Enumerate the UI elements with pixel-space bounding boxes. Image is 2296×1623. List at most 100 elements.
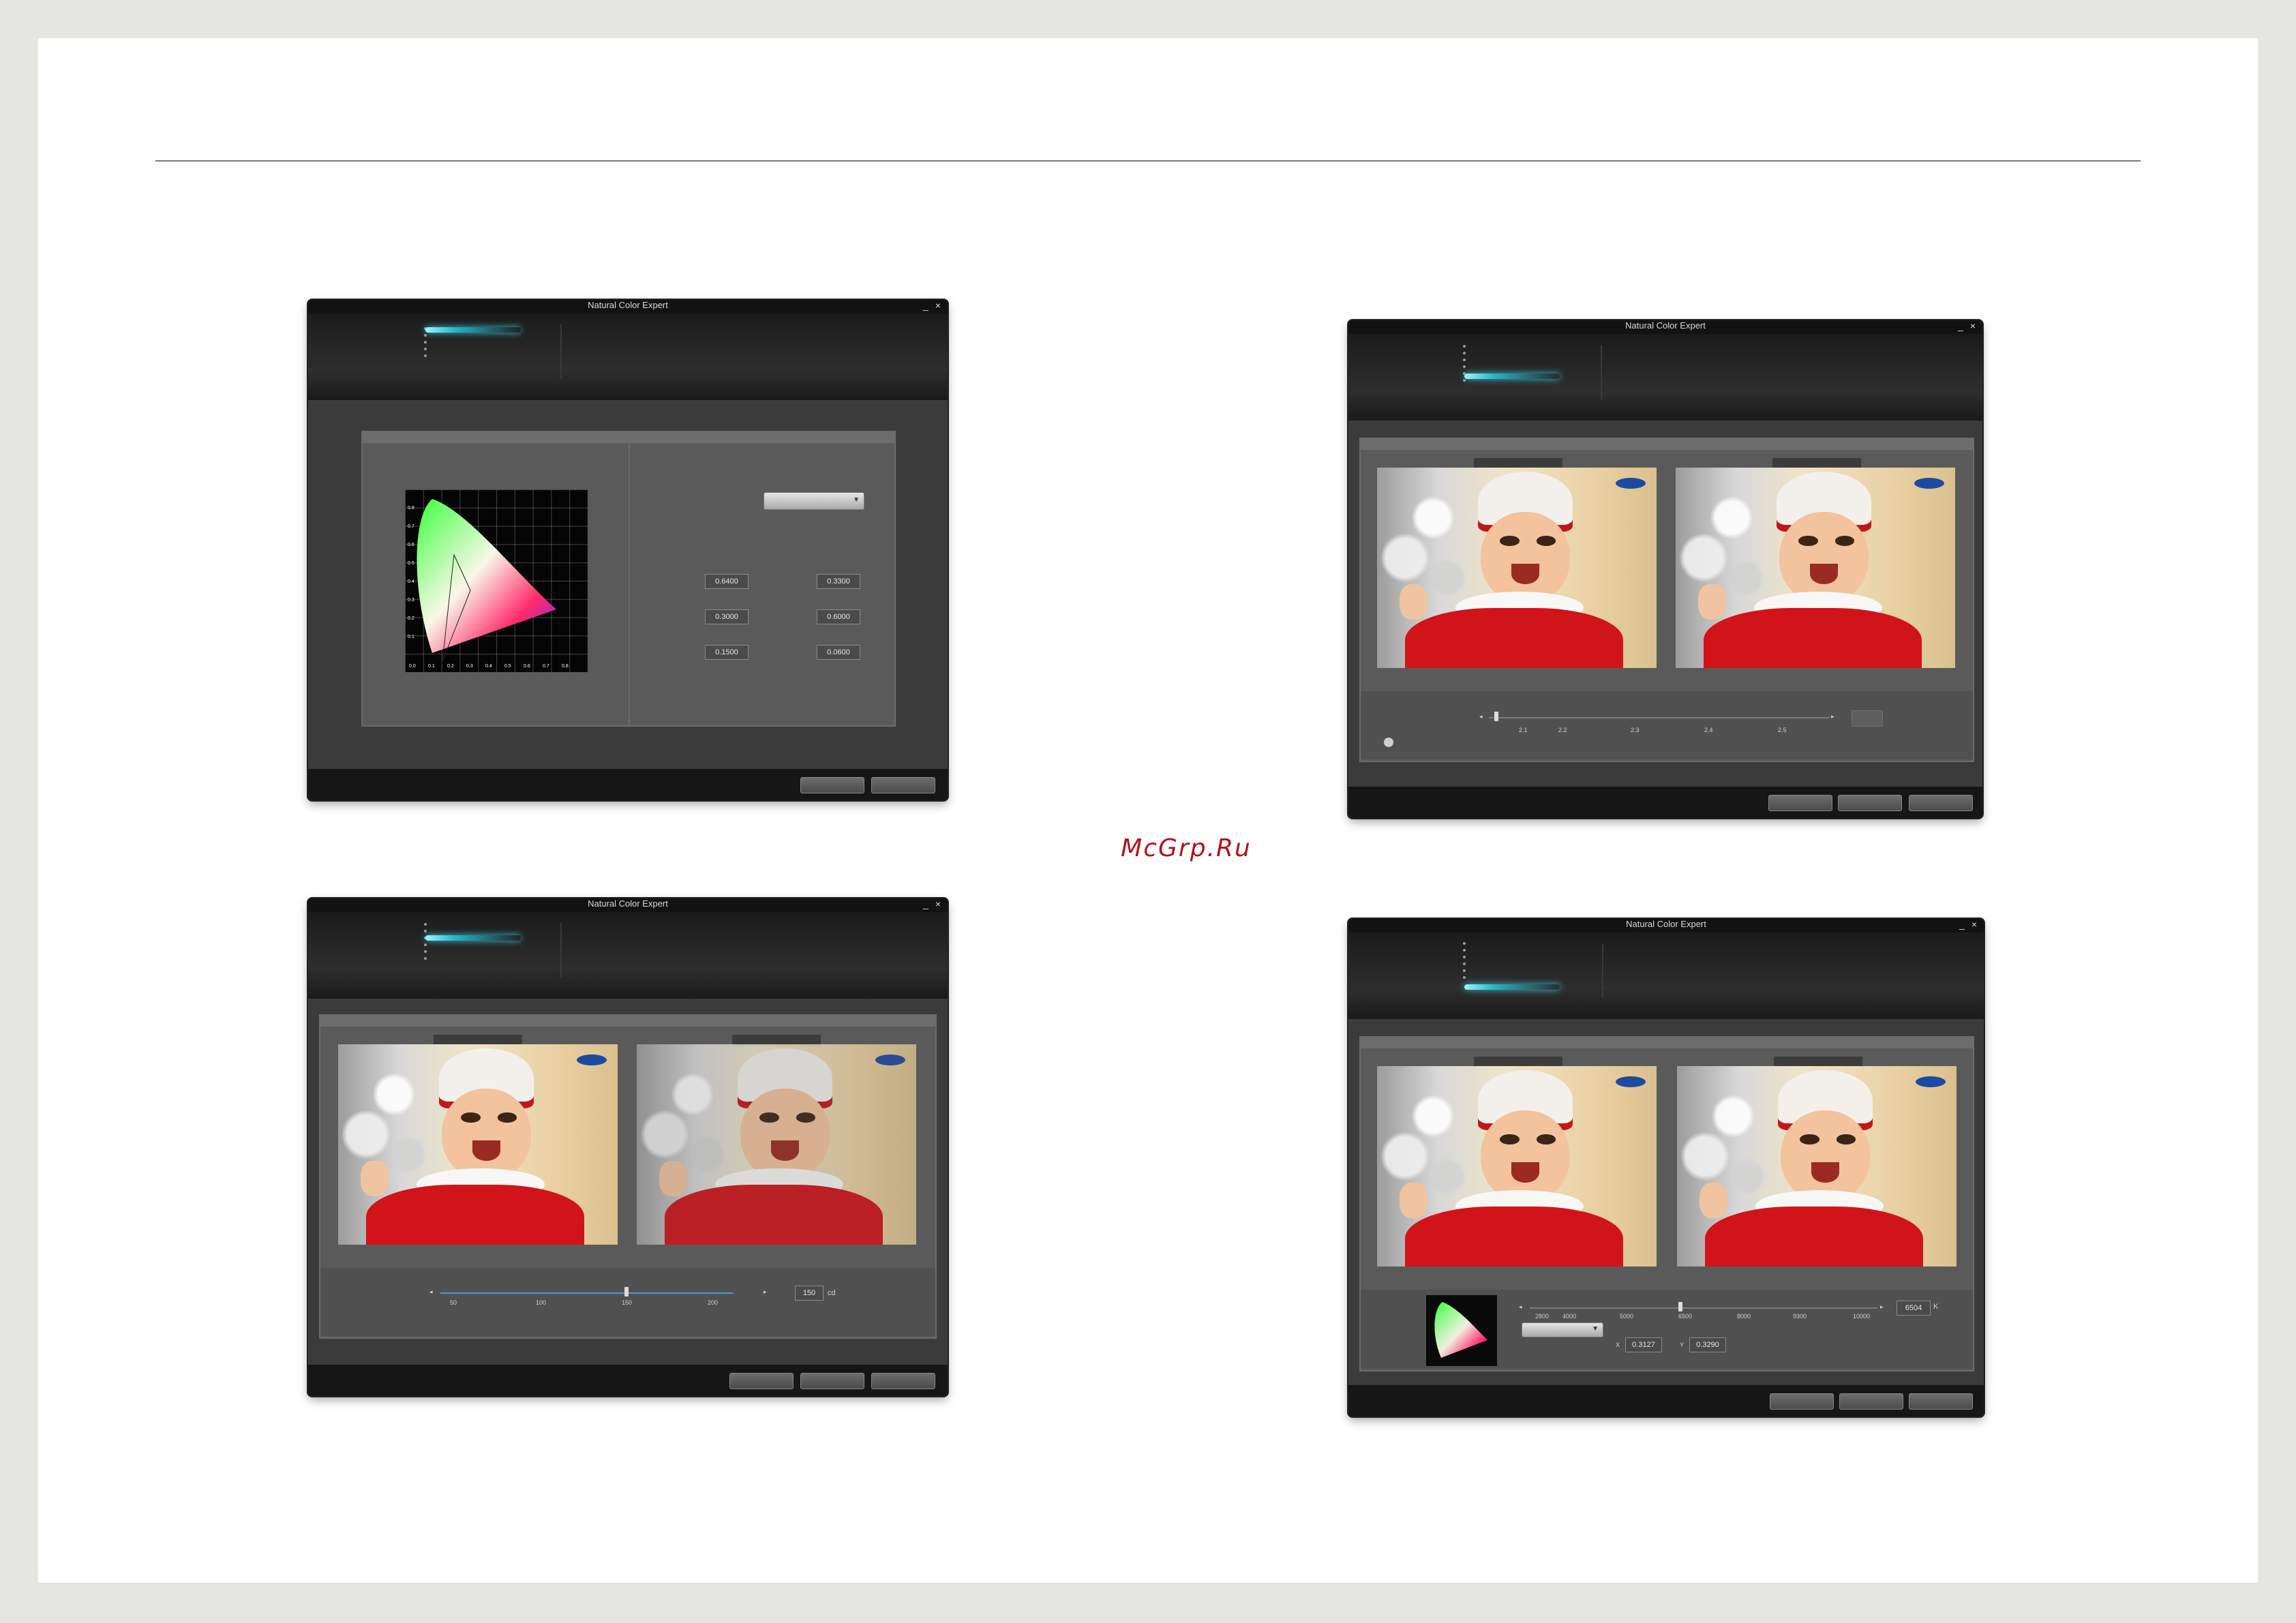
back-button[interactable] xyxy=(800,777,864,793)
minimize-button[interactable]: _ xyxy=(1959,919,1965,930)
blue-y-field[interactable]: 0.0600 xyxy=(817,645,860,660)
cancel-button[interactable] xyxy=(871,1373,935,1389)
panel-header-bar xyxy=(320,1016,935,1027)
luminance-slider-track[interactable] xyxy=(440,1292,734,1294)
gamma-tick-label: 2.3 xyxy=(1631,727,1640,733)
after-preview-image xyxy=(1676,468,1955,668)
back-button[interactable] xyxy=(1768,795,1832,811)
gamma-slider-track[interactable] xyxy=(1489,717,1830,718)
next-button[interactable] xyxy=(1839,1393,1903,1410)
white-point-window: Natural Color Expert _ × ◂ ▸ 2800 4000 5… xyxy=(1348,919,1984,1416)
slider-left-arrow[interactable]: ◂ xyxy=(1479,713,1483,720)
title-bar: Natural Color Expert _ × xyxy=(308,898,948,912)
color-temp-slider-track[interactable] xyxy=(1530,1307,1877,1309)
x-coordinate-field[interactable]: 0.3127 xyxy=(1625,1337,1662,1352)
cie-x-tick: 0.6 xyxy=(524,664,530,669)
gamma-value-box[interactable] xyxy=(1852,710,1883,727)
before-preview-image xyxy=(338,1044,618,1245)
luminance-value-field[interactable]: 150 xyxy=(795,1286,824,1301)
brand-logo xyxy=(1915,1076,1946,1087)
cie-x-tick: 0.3 xyxy=(466,664,473,669)
back-button[interactable] xyxy=(729,1373,794,1389)
cancel-button[interactable] xyxy=(1909,1393,1973,1410)
color-temp-field[interactable]: 6504 xyxy=(1897,1301,1931,1316)
minimize-button[interactable]: _ xyxy=(1958,320,1963,331)
active-step-glow xyxy=(1464,374,1560,379)
cie-x-tick: 0.0 xyxy=(409,664,416,669)
cie-x-tick: 0.4 xyxy=(485,664,492,669)
cancel-button[interactable] xyxy=(1909,795,1973,811)
red-x-field[interactable]: 0.6400 xyxy=(705,574,749,589)
active-step-glow xyxy=(425,327,521,333)
window-footer xyxy=(1348,1385,1984,1416)
temp-tick-label: 9300 xyxy=(1793,1313,1807,1320)
green-x-field[interactable]: 0.3000 xyxy=(705,609,749,624)
window-header xyxy=(1348,320,1982,421)
luminance-panel: ◂ ▸ 50 100 150 200 150 cd xyxy=(319,1014,937,1339)
next-button[interactable] xyxy=(871,777,935,793)
window-header xyxy=(1348,919,1984,1019)
luminance-tick-label: 200 xyxy=(708,1299,719,1306)
window-footer xyxy=(308,1365,948,1396)
brand-logo xyxy=(875,1054,905,1065)
next-button[interactable] xyxy=(800,1373,864,1389)
luminance-slider-knob[interactable] xyxy=(624,1287,629,1296)
panel-header-bar xyxy=(1361,1037,1973,1048)
cie-x-tick: 0.1 xyxy=(428,664,435,669)
title-bar: Natural Color Expert _ × xyxy=(308,300,948,314)
window-title: Natural Color Expert xyxy=(1626,919,1706,929)
gamut-panel: 0.8 0.7 0.6 0.5 0.4 0.3 0.2 0.1 0.0 0.1 … xyxy=(361,431,896,727)
white-point-panel: ◂ ▸ 2800 4000 5000 6500 8000 9300 10000 … xyxy=(1359,1036,1974,1371)
reset-radio[interactable] xyxy=(1384,738,1393,747)
cie-thumbnail xyxy=(1426,1295,1497,1366)
luminance-unit-label: cd xyxy=(828,1289,836,1297)
close-button[interactable]: × xyxy=(1972,919,1977,930)
close-button[interactable]: × xyxy=(1970,320,1976,331)
green-y-field[interactable]: 0.6000 xyxy=(817,609,860,624)
after-preview-image xyxy=(1677,1066,1957,1266)
active-step-glow xyxy=(1464,984,1560,990)
gamma-slider-knob[interactable] xyxy=(1494,712,1498,721)
luminance-tick-label: 50 xyxy=(450,1299,457,1306)
step-indicator xyxy=(1463,938,1467,983)
cie-y-tick: 0.6 xyxy=(408,543,414,547)
minimize-button[interactable]: _ xyxy=(923,300,928,311)
temp-unit-label: K xyxy=(1933,1303,1939,1311)
header-divider xyxy=(1602,943,1603,998)
x-coordinate-label: X xyxy=(1616,1341,1620,1348)
slider-right-arrow[interactable]: ▸ xyxy=(764,1288,767,1295)
red-y-field[interactable]: 0.3300 xyxy=(817,574,860,589)
back-button[interactable] xyxy=(1770,1393,1834,1410)
panel-divider xyxy=(629,443,630,725)
cie-chromaticity-diagram: 0.8 0.7 0.6 0.5 0.4 0.3 0.2 0.1 0.0 0.1 … xyxy=(405,489,588,672)
title-bar: Natural Color Expert _ × xyxy=(1348,320,1982,334)
brand-logo xyxy=(1615,477,1646,489)
luminance-tick-label: 150 xyxy=(622,1299,633,1306)
after-preview-image xyxy=(637,1044,916,1245)
white-point-controls-area: ◂ ▸ 2800 4000 5000 6500 8000 9300 10000 … xyxy=(1361,1290,1973,1369)
white-point-preset-dropdown[interactable]: ▼ xyxy=(1522,1322,1603,1337)
minimize-button[interactable]: _ xyxy=(923,898,928,909)
gamma-tick-label: 2.1 xyxy=(1519,727,1528,733)
temp-tick-label: 6500 xyxy=(1678,1313,1693,1320)
slider-right-arrow[interactable]: ▸ xyxy=(1831,713,1834,720)
cie-y-tick: 0.5 xyxy=(408,561,414,566)
brand-logo xyxy=(1615,1076,1646,1087)
slider-left-arrow[interactable]: ◂ xyxy=(1519,1303,1522,1310)
panel-header-bar xyxy=(1361,439,1973,450)
header-divider xyxy=(560,923,562,977)
color-temp-slider-knob[interactable] xyxy=(1678,1302,1682,1311)
close-button[interactable]: × xyxy=(935,898,941,909)
chevron-down-icon: ▼ xyxy=(1592,1325,1599,1333)
y-coordinate-field[interactable]: 0.3290 xyxy=(1689,1337,1726,1352)
slider-left-arrow[interactable]: ◂ xyxy=(429,1288,433,1295)
spectral-locus xyxy=(417,499,556,653)
temp-tick-label: 5000 xyxy=(1620,1313,1634,1320)
slider-right-arrow[interactable]: ▸ xyxy=(1880,1303,1884,1310)
before-preview-image xyxy=(1377,468,1657,668)
next-button[interactable] xyxy=(1838,795,1902,811)
close-button[interactable]: × xyxy=(935,300,941,311)
cie-y-tick: 0.7 xyxy=(408,524,414,529)
gamut-preset-dropdown[interactable]: ▼ xyxy=(764,492,864,510)
blue-x-field[interactable]: 0.1500 xyxy=(705,645,749,660)
